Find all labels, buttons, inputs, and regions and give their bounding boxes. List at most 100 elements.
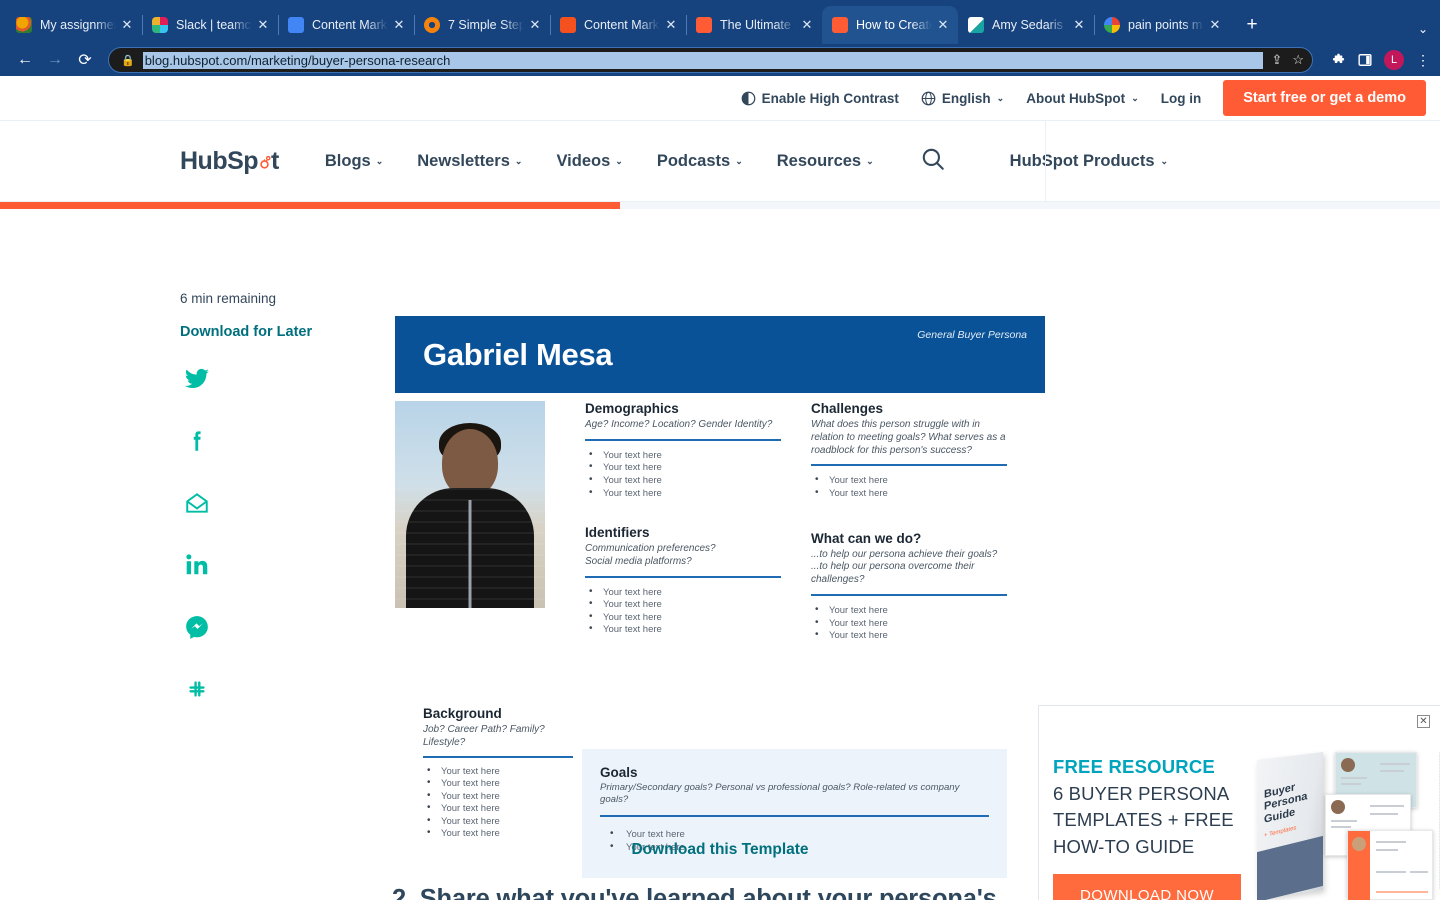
globe-icon (921, 91, 936, 105)
section-subtitle: Primary/Secondary goals? Personal vs pro… (600, 782, 960, 806)
about-hubspot-link[interactable]: About HubSpot ⌄ (1026, 91, 1139, 106)
chevron-down-icon[interactable]: ⌄ (1418, 22, 1428, 36)
tab-strip: My assignmen ✕ Slack | teamch ✕ Content … (0, 0, 1440, 44)
slack-icon[interactable] (180, 672, 214, 706)
browser-tab[interactable]: Content Marke ✕ (550, 6, 686, 44)
promo-ad: ✕ FREE RESOURCE 6 BUYER PERSONA TEMPLATE… (1038, 705, 1440, 900)
photo-head (442, 429, 498, 497)
profile-avatar[interactable]: L (1384, 50, 1404, 70)
persona-template-card: Gabriel Mesa General Buyer Persona Demog… (395, 316, 1045, 878)
hubspot-logo[interactable]: HubSp t (180, 147, 279, 176)
nav-item-videos[interactable]: Videos ⌄ (556, 152, 622, 171)
list-item: Your text here (811, 604, 1007, 617)
ad-template-sheet (1347, 830, 1434, 900)
ad-eyebrow: FREE RESOURCE (1053, 756, 1215, 777)
section-what-can-we-do: What can we do? ...to help our persona a… (811, 531, 1007, 642)
start-free-button[interactable]: Start free or get a demo (1223, 80, 1426, 116)
reload-button[interactable]: ⟳ (70, 47, 100, 73)
browser-tab[interactable]: Content Marke ✕ (278, 6, 414, 44)
browser-tab[interactable]: Amy Sedaris R ✕ (958, 6, 1094, 44)
section-rule (423, 755, 573, 758)
url-text[interactable]: blog.hubspot.com/marketing/buyer-persona… (142, 51, 1264, 69)
search-icon[interactable] (920, 146, 946, 177)
email-icon[interactable] (180, 486, 214, 520)
linkedin-icon[interactable] (180, 548, 214, 582)
nav-label: Podcasts (656, 151, 731, 170)
nav-links: Blogs ⌄ Newsletters ⌄ Videos ⌄ Podcasts … (325, 152, 874, 171)
orange-spiral-icon (560, 17, 576, 33)
browser-tab[interactable]: My assignmen ✕ (6, 6, 142, 44)
nav-item-blogs[interactable]: Blogs ⌄ (325, 152, 383, 171)
browser-tab[interactable]: 7 Simple Steps ✕ (414, 6, 550, 44)
tab-title: Slack | teamch (176, 18, 252, 32)
address-bar[interactable]: 🔒 blog.hubspot.com/marketing/buyer-perso… (108, 47, 1313, 73)
persona-card-header: Gabriel Mesa General Buyer Persona (395, 316, 1045, 393)
messenger-icon[interactable] (180, 610, 214, 644)
section-rule (811, 464, 1007, 467)
kebab-menu-icon[interactable]: ⋮ (1416, 52, 1430, 69)
lock-icon: 🔒 (121, 54, 135, 67)
list-item: Your text here (585, 449, 781, 462)
tab-close-icon[interactable]: ✕ (118, 16, 136, 34)
section-subtitle: Age? Income? Location? Gender Identity? (585, 419, 773, 430)
tab-close-icon[interactable]: ✕ (254, 16, 272, 34)
forward-button[interactable]: → (40, 47, 70, 73)
list-item: Your text here (811, 629, 1007, 642)
tab-close-icon[interactable]: ✕ (526, 16, 544, 34)
google-icon (1104, 17, 1120, 33)
browser-tab[interactable]: pain points ma ✕ (1094, 6, 1230, 44)
browser-toolbar: ← → ⟳ 🔒 blog.hubspot.com/marketing/buyer… (0, 44, 1440, 76)
puzzle-icon[interactable] (1331, 53, 1346, 68)
ad-headline: 6 BUYER PERSONA TEMPLATES + FREE HOW-TO … (1053, 783, 1234, 857)
star-icon[interactable]: ☆ (1292, 52, 1304, 68)
tab-close-icon[interactable]: ✕ (798, 16, 816, 34)
list-item: Your text here (585, 598, 781, 611)
download-now-button[interactable]: DOWNLOAD NOW (1053, 874, 1241, 900)
browser-window: My assignmen ✕ Slack | teamch ✕ Content … (0, 0, 1440, 900)
nav-item-newsletters[interactable]: Newsletters ⌄ (417, 152, 522, 171)
list-item: Your text here (423, 777, 573, 790)
list-item: Your text here (585, 487, 781, 500)
tab-close-icon[interactable]: ✕ (1070, 16, 1088, 34)
chevron-down-icon: ⌄ (375, 155, 384, 166)
persona-type-label: General Buyer Persona (917, 329, 1027, 341)
section-rule (585, 438, 781, 441)
new-tab-button[interactable]: + (1238, 11, 1266, 39)
hubspot-products-menu[interactable]: HubSpot Products ⌄ (1010, 152, 1168, 171)
browser-tab-active[interactable]: How to Create ✕ (822, 6, 958, 44)
logo-text: HubSp (180, 146, 259, 175)
section-subtitle: Job? Career Path? Family? Lifestyle? (423, 724, 545, 748)
tab-close-icon[interactable]: ✕ (934, 16, 952, 34)
language-label: English (941, 90, 991, 106)
nav-label: Resources (776, 151, 862, 170)
language-selector[interactable]: English ⌄ (921, 91, 1004, 106)
back-button[interactable]: ← (10, 47, 40, 73)
tab-close-icon[interactable]: ✕ (390, 16, 408, 34)
utility-bar: Enable High Contrast English ⌄ About Hub… (0, 76, 1440, 120)
nav-item-podcasts[interactable]: Podcasts ⌄ (657, 152, 743, 171)
share-icon[interactable]: ⇪ (1271, 52, 1282, 68)
ad-book-subtitle: + Templates (1264, 825, 1297, 840)
list-item: Your text here (811, 474, 1007, 487)
list-item: Your text here (585, 623, 781, 636)
nav-item-resources[interactable]: Resources ⌄ (777, 152, 874, 171)
login-link[interactable]: Log in (1161, 91, 1202, 106)
twitter-icon[interactable] (180, 362, 214, 396)
persona-card-body: Demographics Age? Income? Location? Gend… (395, 393, 1045, 878)
browser-tab[interactable]: Slack | teamch ✕ (142, 6, 278, 44)
enable-high-contrast-link[interactable]: Enable High Contrast (741, 91, 899, 106)
tab-title: How to Create (856, 18, 932, 32)
ad-book-cover: Buyer Persona Guide + Templates (1257, 751, 1324, 900)
tab-title: pain points ma (1128, 18, 1204, 32)
download-template-link[interactable]: Download this Template (395, 841, 1045, 859)
browser-tab[interactable]: The Ultimate R ✕ (686, 6, 822, 44)
side-panel-icon[interactable] (1358, 53, 1372, 67)
facebook-icon[interactable] (180, 424, 214, 458)
download-for-later-link[interactable]: Download for Later (180, 324, 390, 340)
tab-title: Content Marke (312, 18, 388, 32)
high-contrast-label: Enable High Contrast (761, 90, 899, 106)
close-icon[interactable]: ✕ (1417, 715, 1430, 728)
list-item: Your text here (423, 828, 573, 840)
tab-close-icon[interactable]: ✕ (662, 16, 680, 34)
tab-close-icon[interactable]: ✕ (1206, 16, 1224, 34)
